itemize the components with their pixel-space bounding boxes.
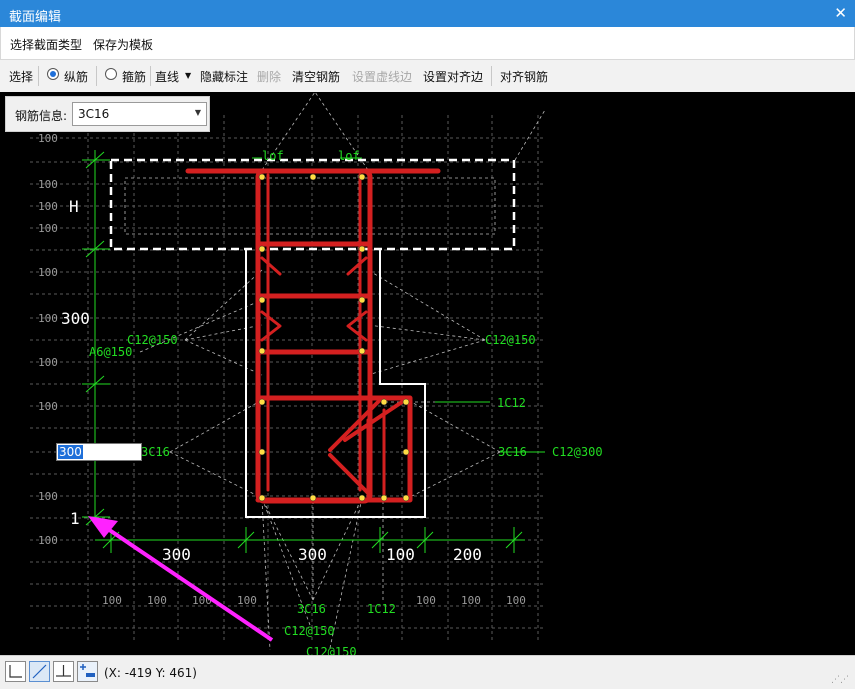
dim-1: 1 [70,509,80,528]
dim-100: 100 [386,545,415,564]
rebar-info-select[interactable]: 3C16 ▼ [72,102,207,126]
grid-label: 100 [38,132,58,145]
window-title: 截面编辑 [9,10,62,25]
cursor-coordinates: (X: -419 Y: 461) [104,666,197,680]
dimension-edit-input[interactable]: 300 [56,443,142,461]
rebar-info-label: 钢筋信息: [15,109,68,123]
grid-label: 100 [38,266,58,279]
annotations: lof lof C12@150 A6@150 3C16 C12@150 1C12… [89,149,603,655]
menu-select-section-type[interactable]: 选择截面类型 [10,36,82,53]
diagonal-bar [328,453,372,497]
hide-dims-button[interactable]: 隐藏标注 [200,68,248,85]
line-dropdown[interactable]: 直线 [155,68,179,85]
hook [260,310,282,342]
toolbar: 选择 纵筋 箍筋 直线 ▼ 隐藏标注 删除 清空钢筋 设置虚线边 设置对齐边 对… [0,60,855,93]
grid-label: 100 [38,356,58,369]
toolbar-separator [38,66,39,86]
menu-bar: 选择截面类型 保存为模板 [0,27,855,60]
add-dimension-icon[interactable] [77,661,98,682]
grid-label: 100 [506,594,526,607]
dim-300-b: 300 [298,545,327,564]
grid-label: 100 [38,178,58,191]
chevron-down-icon[interactable]: ▼ [185,71,191,80]
grid-label: 100 [38,490,58,503]
clear-rebar-button[interactable]: 清空钢筋 [292,68,340,85]
resize-grip-icon[interactable]: ⋰⋰ [831,675,849,685]
toolbar-separator [96,66,97,86]
align-rebar-button[interactable]: 对齐钢筋 [500,68,548,85]
right-stirrup-label: C12@150 [485,333,536,347]
longitudinal-radio[interactable] [47,68,59,80]
delete-button[interactable]: 删除 [257,68,281,85]
diagonal-snap-icon[interactable] [29,661,50,682]
left-stirrup-label: C12@150 [127,333,178,347]
bottom-long-label: 3C16 [297,602,326,616]
lof-label: lof [338,149,360,163]
grid-label: 100 [237,594,257,607]
hook [346,310,368,342]
grid-label: 100 [461,594,481,607]
close-icon[interactable]: ✕ [834,4,847,22]
bottom-stirrup-label-2: C12@150 [306,645,357,655]
dim-h: H [69,197,79,216]
toolbar-separator [150,66,151,86]
chevron-down-icon[interactable]: ▼ [195,108,201,117]
status-bar: (X: -419 Y: 461) ⋰⋰ [0,655,855,689]
grid-label: 100 [38,312,58,325]
grid-label: 100 [102,594,122,607]
perpendicular-snap-icon[interactable] [53,661,74,682]
dim-300-vertical: 300 [61,309,90,328]
stirrup-label[interactable]: 箍筋 [122,68,146,85]
rebar-info-value: 3C16 [78,107,110,121]
dimension-edit-value[interactable]: 300 [58,445,83,459]
drawing-canvas[interactable]: 100 100 100 100 100 100 100 100 100 100 … [0,92,855,655]
lof-label: lof [262,149,284,163]
select-button[interactable]: 选择 [9,68,33,85]
longitudinal-label[interactable]: 纵筋 [64,68,88,85]
grid-label: 100 [38,200,58,213]
set-dashed-edge-button[interactable]: 设置虚线边 [352,68,412,85]
stirrup-radio[interactable] [105,68,117,80]
orthogonal-snap-icon[interactable] [5,661,26,682]
grid-label: 100 [38,222,58,235]
bottom-stirrup-label: C12@150 [284,624,335,638]
dim-200: 200 [453,545,482,564]
right-single-label: 1C12 [497,396,526,410]
dimension-texts: H 300 1 300 300 100 200 [61,197,482,564]
rebar-info-panel: 钢筋信息: 3C16 ▼ [5,96,210,132]
grid-label: 100 [38,534,58,547]
grid-label: 100 [147,594,167,607]
grid-label: 100 [416,594,436,607]
pointer-arrow-icon [88,516,274,642]
section-drawing[interactable]: 100 100 100 100 100 100 100 100 100 100 … [0,92,855,655]
dim-300-a: 300 [162,545,191,564]
right-long-label: 3C16 [498,445,527,459]
left-tie-label: A6@150 [89,345,132,359]
set-align-edge-button[interactable]: 设置对齐边 [423,68,483,85]
toolbar-separator [491,66,492,86]
grid-label: 100 [38,400,58,413]
left-long-label: 3C16 [141,445,170,459]
leader-lines [139,92,546,651]
title-bar: 截面编辑 ✕ [0,0,855,27]
web-outline [245,249,426,518]
bottom-single-label: 1C12 [367,602,396,616]
menu-save-as-template[interactable]: 保存为模板 [93,36,153,53]
right-tie-label: C12@300 [552,445,603,459]
